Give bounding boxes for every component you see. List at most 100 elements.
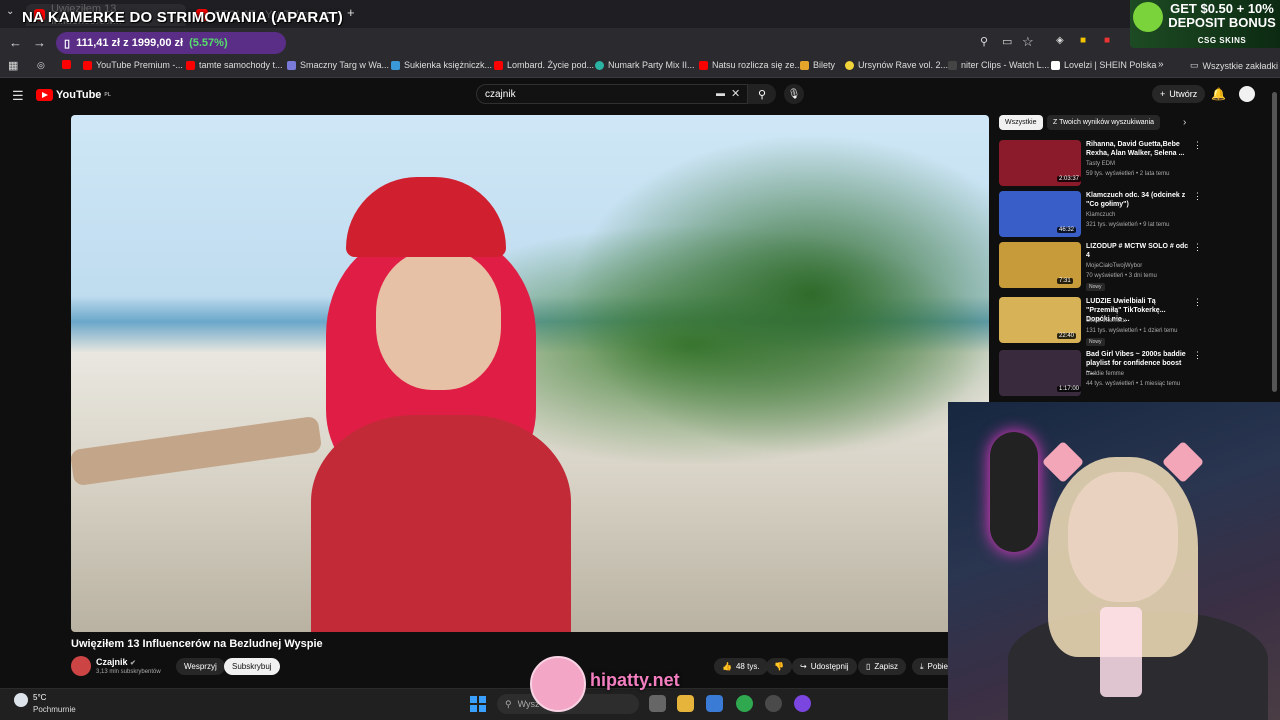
bookmark-label: tamte samochody t... [199, 60, 283, 70]
video-player[interactable] [71, 115, 989, 632]
clear-search-icon[interactable]: ✕ [731, 87, 740, 100]
site-icon [845, 60, 854, 70]
microsoft-store-icon[interactable] [706, 695, 723, 712]
chrome-icon[interactable] [736, 695, 753, 712]
recommendation-item[interactable]: 7:31 LIZODUP # MCTW SOLO # odc 4 MojeCia… [999, 242, 1209, 291]
extension-red-icon[interactable]: ■ [1104, 35, 1110, 46]
bookmark-item[interactable]: Lombard. Życie pod... [494, 60, 594, 70]
cast-icon[interactable]: ▭ [1002, 35, 1012, 48]
cloud-weather-icon[interactable] [14, 693, 28, 707]
tab-list-chevron-icon[interactable]: ⌄ [6, 6, 14, 17]
obs-icon[interactable] [765, 695, 782, 712]
youtube-icon [494, 60, 503, 70]
support-button[interactable]: Wesprzyj [176, 658, 225, 675]
bookmark-item[interactable]: Smaczny Targ w Wa... [287, 60, 389, 70]
channel-avatar[interactable] [71, 656, 91, 676]
recommendation-title: LIZODUP # MCTW SOLO # odc 4 [1086, 243, 1189, 259]
zoom-icon[interactable]: ⚲ [980, 35, 988, 48]
new-badge: Nowy [1086, 338, 1105, 346]
recommendation-meta: 44 tys. wyświetleń • 1 miesiąc temu [1086, 381, 1181, 387]
save-bookmark-icon: ▯ [866, 662, 871, 671]
keyboard-icon[interactable]: ▬ [716, 88, 725, 98]
all-bookmarks[interactable]: ▭ Wszystkie zakładki [1190, 60, 1278, 71]
csg-skins-ad[interactable]: GET $0.50 + 10% DEPOSIT BONUS CSG SKINS [1130, 0, 1280, 48]
recommendation-item[interactable]: 1:17:00 Bad Girl Vibes ~ 2000s baddie pl… [999, 350, 1209, 398]
recommendation-channel: Świat Internetu [1086, 318, 1127, 324]
task-view-icon[interactable] [649, 695, 666, 712]
scrollbar-thumb[interactable] [1272, 92, 1277, 392]
recommendation-item[interactable]: 2:03:37 Rihanna, David Guetta,Bebe Rexha… [999, 140, 1209, 188]
duration-badge: 2:03:37 [1057, 176, 1082, 182]
channel-name[interactable]: Czajnik ✔ [96, 657, 136, 667]
cortana-icon[interactable] [794, 695, 811, 712]
verified-icon: ✔ [130, 660, 136, 667]
channel-name-text: Czajnik [96, 657, 128, 667]
avatar[interactable] [1239, 86, 1255, 102]
bookmark-item[interactable]: Natsu rozlicza się ze... [699, 60, 802, 70]
more-vert-icon[interactable]: ⋮ [1193, 297, 1202, 308]
download-label: Pobie [927, 662, 948, 671]
youtube-logo[interactable]: YouTube PL [36, 89, 111, 101]
like-count: 48 tys. [735, 662, 760, 671]
more-vert-icon[interactable]: ⋮ [1193, 191, 1202, 202]
site-icon [287, 60, 296, 70]
new-tab-plus-icon[interactable]: + [347, 5, 355, 20]
menu-icon[interactable]: ☰ [12, 88, 24, 104]
bookmark-circle-icon[interactable]: ◎ [37, 60, 45, 71]
bookmark-item[interactable]: YouTube Premium -... [83, 60, 183, 70]
bookmark-item[interactable]: tamte samochody t... [186, 60, 283, 70]
chip-from-search[interactable]: Z Twoich wyników wyszukiwania [1047, 115, 1161, 130]
chips-next-chevron-icon[interactable]: › [1183, 117, 1186, 128]
bookmark-label: Bilety [813, 60, 836, 70]
recommendation-title: Klamczuch odc. 34 (odcinek z "Co gołimy"… [1086, 192, 1186, 208]
apps-grid-icon[interactable]: ▦ [8, 59, 18, 72]
recommendation-item[interactable]: 46:32 Klamczuch odc. 34 (odcinek z "Co g… [999, 191, 1209, 239]
share-button[interactable]: ↪ Udostępnij [792, 658, 857, 675]
ad-brand: CSG SKINS [1197, 36, 1247, 45]
bookmark-item[interactable]: Ursynów Rave vol. 2... [845, 60, 948, 70]
more-bookmarks-chevron-icon[interactable]: » [1158, 59, 1164, 70]
youtube-logo-text: YouTube [56, 89, 102, 101]
recommendation-meta: 59 tys. wyświetleń • 2 lata temu [1086, 171, 1170, 177]
extension-k-icon[interactable]: ■ [1080, 35, 1086, 46]
drink-glass-shape [1100, 607, 1142, 697]
dislike-button[interactable]: 👎 [766, 658, 792, 675]
forward-arrow-icon[interactable]: → [33, 35, 46, 50]
like-button[interactable]: 👍 48 tys. [714, 658, 768, 675]
site-icon [1051, 60, 1060, 70]
extension-icon[interactable]: ◈ [1056, 35, 1064, 46]
file-explorer-icon[interactable] [677, 695, 694, 712]
download-button[interactable]: ⤓ Pobie [912, 658, 948, 675]
save-button[interactable]: ▯ Zapisz [858, 658, 906, 675]
share-label: Udostępnij [810, 662, 849, 671]
more-vert-icon[interactable]: ⋮ [1193, 350, 1202, 361]
bookmark-item[interactable]: Lovelzi | SHEIN Polska [1051, 60, 1156, 70]
plus-icon: + [1160, 89, 1166, 99]
site-icon [800, 60, 809, 70]
microphone-shape [990, 432, 1038, 552]
back-arrow-icon[interactable]: ← [9, 35, 22, 50]
windows-start-icon[interactable] [470, 696, 486, 712]
bookmark-item[interactable]: Sukienka księżniczk... [391, 60, 492, 70]
site-icon [595, 60, 604, 70]
bookmark-star-icon[interactable]: ☆ [1022, 34, 1034, 50]
bookmark-item[interactable]: Numark Party Mix II... [595, 60, 695, 70]
recommendation-item[interactable]: 22:40 LUDZIE Uwielbiali Tą "Przemiłą" Ti… [999, 297, 1209, 346]
price-tracker-pill[interactable]: ▯ 111,41 zł z 1999,00 zł (5.57%) [56, 32, 286, 54]
bookmark-item[interactable]: niter Clips - Watch L... [948, 60, 1049, 70]
chip-all[interactable]: Wszystkie [999, 115, 1043, 130]
bookmark-item[interactable]: Bilety [800, 60, 835, 70]
subscribe-button[interactable]: Subskrybuj [224, 658, 280, 675]
recommendation-channel: MojeCiałoTwojWybor [1086, 263, 1143, 269]
search-button[interactable]: ⚲ [748, 84, 776, 104]
more-vert-icon[interactable]: ⋮ [1193, 242, 1202, 253]
more-vert-icon[interactable]: ⋮ [1193, 140, 1202, 151]
bookmark-label: Smaczny Targ w Wa... [300, 60, 390, 70]
bookmark-item[interactable] [62, 60, 71, 69]
hipatty-avatar [530, 656, 586, 712]
create-button[interactable]: + Utwórz [1152, 85, 1206, 103]
search-input[interactable]: czajnik [476, 84, 748, 104]
voice-search-button[interactable]: 🎙 [784, 84, 804, 104]
hipatty-link[interactable]: hipatty.net [590, 670, 680, 691]
notifications-bell-icon[interactable]: 🔔 [1211, 87, 1226, 101]
